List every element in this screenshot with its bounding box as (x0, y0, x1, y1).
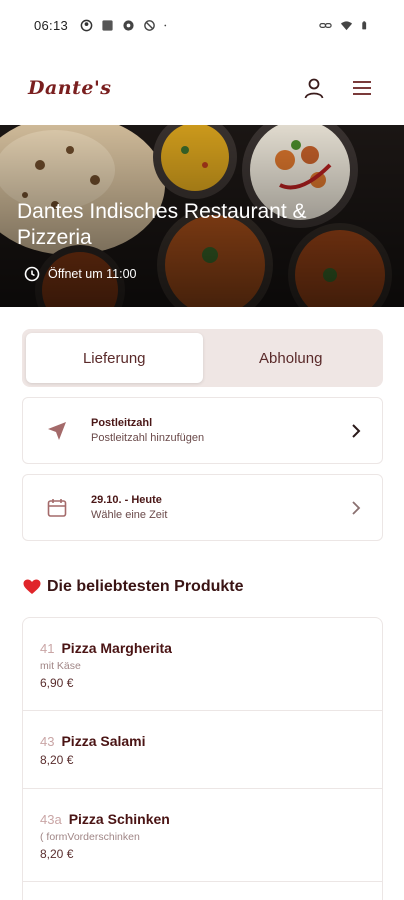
status-time: 06:13 (34, 17, 69, 33)
toggle-delivery[interactable]: Lieferung (26, 333, 203, 383)
postcode-title: Postleitzahl (91, 417, 153, 429)
toggle-pickup[interactable]: Abholung (203, 333, 380, 383)
link-icon (319, 22, 332, 28)
gear-icon (123, 19, 134, 31)
hero-banner: Dantes Indisches Restaurant & Pizzeria Ö… (0, 125, 404, 307)
product-number: 43 (40, 734, 55, 749)
product-number: 43a (40, 812, 62, 827)
product-price: 6,90 € (40, 676, 74, 690)
time-card[interactable]: 29.10. - Heute Wähle eine Zeit (22, 474, 383, 541)
square-app-icon (102, 19, 113, 31)
popular-products-list: 41 Pizza Margherita mit Käse 6,90 € 43 P… (22, 617, 383, 900)
popular-products-title: Die beliebtesten Produkte (47, 578, 244, 595)
postcode-subtitle: Postleitzahl hinzufügen (91, 432, 205, 444)
chevron-right-icon (352, 500, 361, 515)
product-item[interactable]: 43 Pizza Salami 8,20 € (23, 711, 382, 789)
notification-icon (80, 19, 93, 31)
restaurant-logo[interactable]: Dante's (28, 77, 111, 99)
heart-icon (23, 579, 41, 594)
product-name: Pizza Schinken (68, 811, 170, 827)
product-name: Pizza Margherita (61, 640, 172, 656)
product-price: 8,20 € (40, 847, 74, 861)
wifi-icon (340, 20, 353, 30)
blocked-icon (144, 19, 155, 31)
popular-products-heading: Die beliebtesten Produkte (23, 578, 244, 596)
dot-icon (164, 24, 167, 26)
menu-button[interactable] (348, 74, 376, 102)
product-description: ( formVorderschinken (40, 831, 140, 843)
product-description: mit Käse (40, 660, 81, 672)
chevron-right-icon (352, 423, 361, 438)
product-item-partial[interactable] (23, 882, 382, 900)
product-name: Pizza Salami (61, 733, 146, 749)
product-item[interactable]: 43a Pizza Schinken ( formVorderschinken … (23, 789, 382, 882)
user-icon (304, 78, 324, 99)
clock-icon (24, 266, 40, 282)
restaurant-name: Dantes Indisches Restaurant & Pizzeria (17, 200, 307, 249)
time-subtitle: Wähle eine Zeit (91, 509, 168, 521)
battery-icon (362, 20, 367, 29)
order-type-toggle: Lieferung Abholung (22, 329, 383, 387)
product-price: 8,20 € (40, 753, 74, 767)
navigation-arrow-icon (48, 421, 66, 440)
postcode-card[interactable]: Postleitzahl Postleitzahl hinzufügen (22, 397, 383, 464)
time-title: 29.10. - Heute (91, 494, 162, 506)
product-number: 41 (40, 641, 55, 656)
account-button[interactable] (300, 74, 328, 102)
status-bar: 06:13 (0, 0, 404, 50)
app-header: Dante's (0, 60, 404, 116)
calendar-icon (47, 498, 67, 517)
opening-hours: Öffnet um 11:00 (24, 266, 136, 282)
opening-hours-text: Öffnet um 11:00 (48, 267, 137, 281)
product-item[interactable]: 41 Pizza Margherita mit Käse 6,90 € (23, 618, 382, 711)
menu-icon (353, 81, 371, 95)
